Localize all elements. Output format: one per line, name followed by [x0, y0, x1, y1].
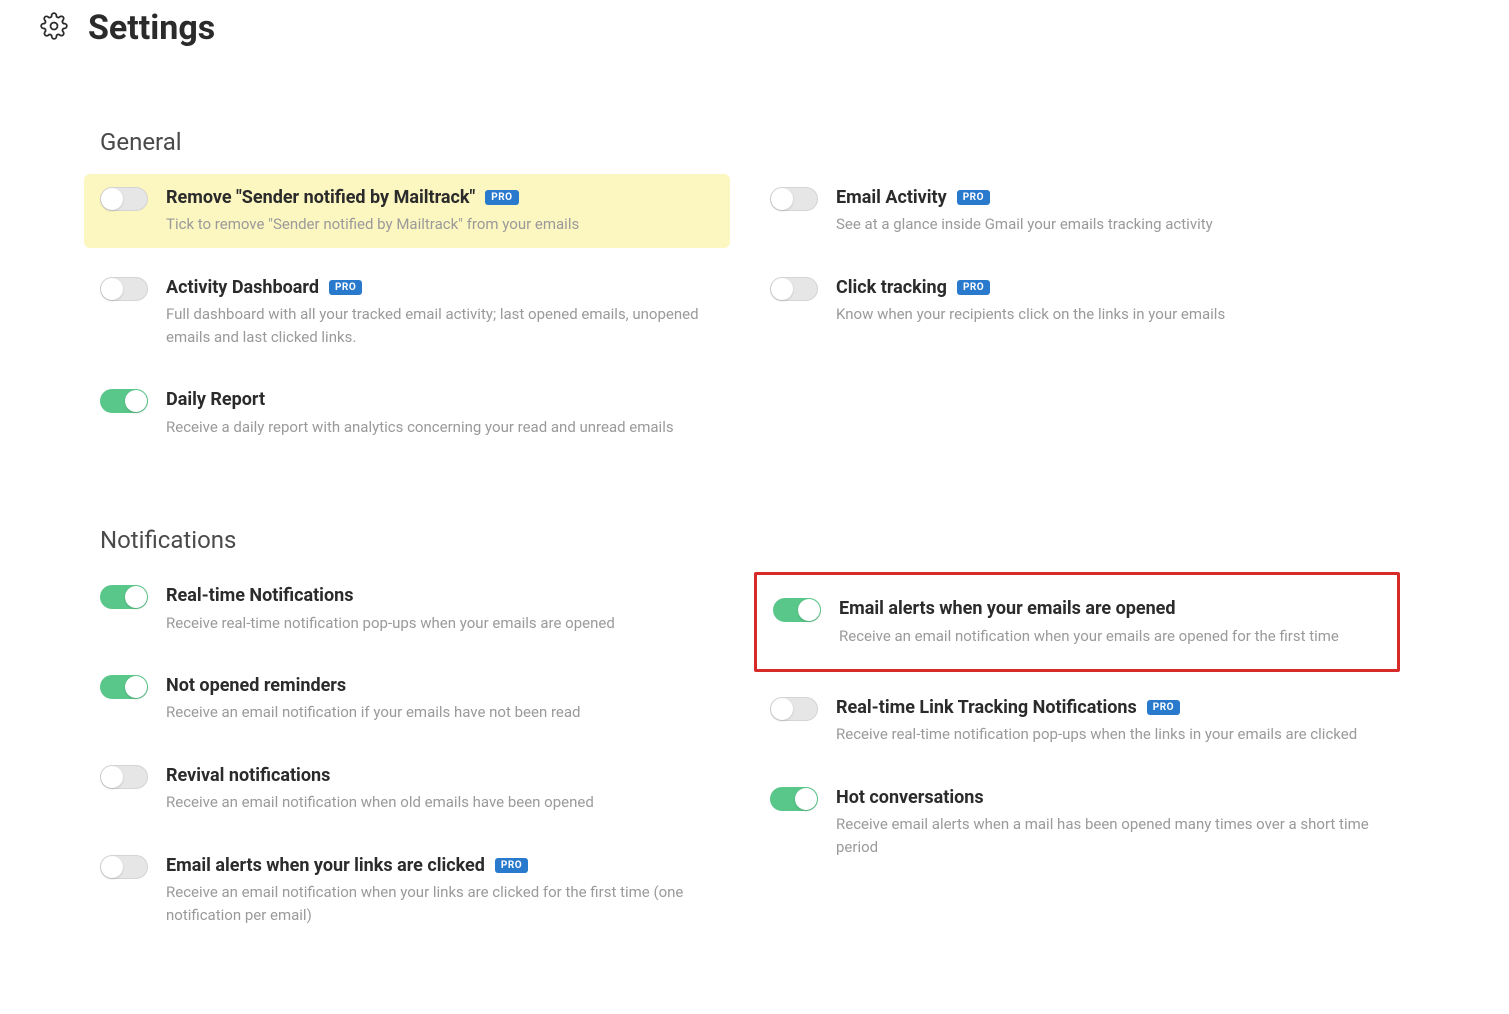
toggle-revival-notifications[interactable]	[100, 765, 148, 789]
setting-title: Email alerts when your emails are opened	[839, 597, 1176, 620]
setting-email-alerts-opened: Email alerts when your emails are opened…	[754, 572, 1400, 672]
section-notifications: Notifications Real-time Notifications Re…	[100, 526, 1400, 954]
setting-title: Not opened reminders	[166, 674, 346, 697]
setting-desc: Receive a daily report with analytics co…	[166, 416, 714, 439]
setting-email-alerts-links: Email alerts when your links are clicked…	[84, 842, 730, 938]
page-header: Settings	[40, 8, 1509, 48]
setting-revival-notifications: Revival notifications Receive an email n…	[84, 752, 730, 826]
setting-desc: Receive an email notification when your …	[166, 881, 714, 926]
pro-badge: PRO	[495, 858, 528, 873]
setting-desc: Tick to remove "Sender notified by Mailt…	[166, 213, 714, 236]
setting-title: Daily Report	[166, 388, 265, 411]
setting-daily-report: Daily Report Receive a daily report with…	[84, 376, 730, 450]
setting-email-activity: Email Activity PRO See at a glance insid…	[754, 174, 1400, 248]
page-title: Settings	[88, 8, 215, 48]
setting-title: Email alerts when your links are clicked	[166, 854, 485, 877]
setting-title: Real-time Link Tracking Notifications	[836, 696, 1137, 719]
setting-desc: Receive an email notification when your …	[839, 625, 1381, 648]
section-title-general: General	[100, 128, 1400, 156]
toggle-daily-report[interactable]	[100, 389, 148, 413]
setting-desc: Receive email alerts when a mail has bee…	[836, 813, 1384, 858]
pro-badge: PRO	[485, 190, 518, 205]
setting-desc: Receive an email notification when old e…	[166, 791, 714, 814]
toggle-click-tracking[interactable]	[770, 277, 818, 301]
setting-title: Activity Dashboard	[166, 276, 319, 299]
setting-desc: Receive an email notification if your em…	[166, 701, 714, 724]
section-title-notifications: Notifications	[100, 526, 1400, 554]
toggle-not-opened-reminders[interactable]	[100, 675, 148, 699]
setting-desc: See at a glance inside Gmail your emails…	[836, 213, 1384, 236]
setting-title: Hot conversations	[836, 786, 984, 809]
setting-desc: Receive real-time notification pop-ups w…	[166, 612, 714, 635]
setting-title: Revival notifications	[166, 764, 330, 787]
toggle-email-activity[interactable]	[770, 187, 818, 211]
gear-icon	[40, 12, 68, 44]
setting-desc: Know when your recipients click on the l…	[836, 303, 1384, 326]
pro-badge: PRO	[1147, 700, 1180, 715]
setting-click-tracking: Click tracking PRO Know when your recipi…	[754, 264, 1400, 338]
setting-title: Email Activity	[836, 186, 947, 209]
setting-desc: Receive real-time notification pop-ups w…	[836, 723, 1384, 746]
setting-remove-signature: Remove "Sender notified by Mailtrack" PR…	[84, 174, 730, 248]
setting-activity-dashboard: Activity Dashboard PRO Full dashboard wi…	[84, 264, 730, 360]
setting-title: Remove "Sender notified by Mailtrack"	[166, 186, 475, 209]
pro-badge: PRO	[329, 280, 362, 295]
setting-title: Click tracking	[836, 276, 947, 299]
pro-badge: PRO	[957, 190, 990, 205]
toggle-email-alerts-opened[interactable]	[773, 598, 821, 622]
toggle-realtime-notifications[interactable]	[100, 585, 148, 609]
toggle-activity-dashboard[interactable]	[100, 277, 148, 301]
toggle-hot-conversations[interactable]	[770, 787, 818, 811]
toggle-realtime-link-tracking[interactable]	[770, 697, 818, 721]
toggle-remove-signature[interactable]	[100, 187, 148, 211]
setting-realtime-link-tracking: Real-time Link Tracking Notifications PR…	[754, 684, 1400, 758]
pro-badge: PRO	[957, 280, 990, 295]
setting-realtime-notifications: Real-time Notifications Receive real-tim…	[84, 572, 730, 646]
toggle-email-alerts-links[interactable]	[100, 855, 148, 879]
setting-desc: Full dashboard with all your tracked ema…	[166, 303, 714, 348]
setting-hot-conversations: Hot conversations Receive email alerts w…	[754, 774, 1400, 870]
setting-title: Real-time Notifications	[166, 584, 353, 607]
section-general: General Remove "Sender notified by Mailt…	[100, 128, 1400, 466]
setting-not-opened-reminders: Not opened reminders Receive an email no…	[84, 662, 730, 736]
